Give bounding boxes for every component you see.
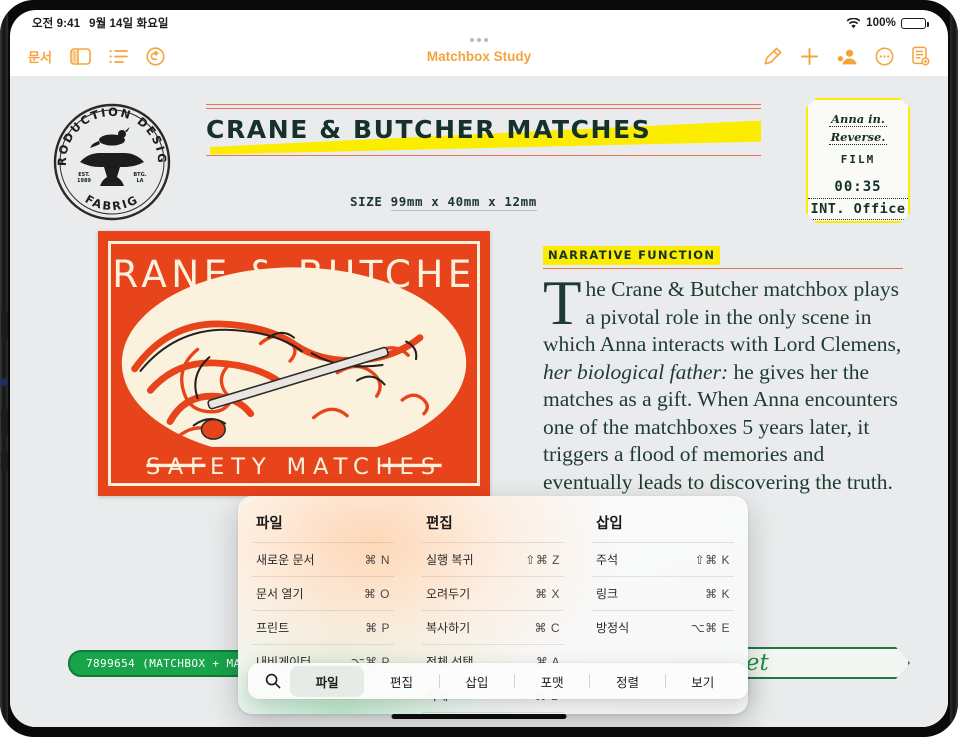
title-block: CRANE & BUTCHER MATCHES bbox=[206, 104, 761, 156]
shortcut-heading-edit: 편집 bbox=[426, 516, 453, 532]
menu-shortcut: ⌘ C bbox=[534, 620, 560, 635]
device-right-bezel bbox=[950, 0, 958, 737]
narrative-rule bbox=[543, 268, 903, 269]
toolbar-left-group: 문서 bbox=[28, 46, 165, 66]
menu-label: 프린트 bbox=[256, 621, 290, 635]
matchbox-label-image[interactable]: CRANE & BUTCHER bbox=[98, 231, 490, 496]
matchbox-artwork: CRANE & BUTCHER bbox=[111, 244, 477, 483]
narrative-function-tag: NARRATIVE FUNCTION bbox=[543, 246, 721, 265]
menu-shortcut: ⌘ K bbox=[705, 586, 730, 601]
tab-arrange[interactable]: 정렬 bbox=[590, 666, 664, 697]
menu-shortcut: ⌘ P bbox=[365, 620, 390, 635]
plus-icon[interactable] bbox=[800, 47, 819, 66]
device-screen: 오전 9:41 9월 14일 화요일 100% 문서 Matchbox Stud… bbox=[10, 10, 948, 727]
film-kind: FILM bbox=[840, 153, 876, 166]
tab-file[interactable]: 파일 bbox=[290, 665, 365, 697]
production-design-stamp: PRODUCTION DESIGN FABRIG EST. 1989 bbox=[50, 100, 171, 221]
shortcut-heading-file: 파일 bbox=[256, 516, 283, 532]
svg-text:LA: LA bbox=[136, 178, 143, 184]
menu-item-link[interactable]: 링크 ⌘ K bbox=[592, 576, 734, 610]
menu-shortcut: ⌘ O bbox=[363, 586, 390, 601]
app-toolbar: 문서 Matchbox Study bbox=[10, 36, 948, 76]
matchbox-footer: SAFETY MATCHES bbox=[146, 454, 442, 480]
status-time: 오전 9:41 bbox=[32, 18, 81, 30]
more-ellipsis-icon[interactable] bbox=[875, 47, 894, 66]
search-icon[interactable] bbox=[256, 673, 290, 689]
narrative-text-1: he Crane & Butcher matchbox plays a pivo… bbox=[543, 277, 902, 357]
menu-label: 복사하기 bbox=[426, 621, 471, 635]
menu-label: 새로운 문서 bbox=[256, 553, 315, 567]
side-indicator bbox=[1, 378, 8, 386]
status-bar-left: 오전 9:41 9월 14일 화요일 bbox=[32, 15, 169, 31]
menu-shortcut: ⌘ X bbox=[535, 586, 560, 601]
menu-label: 오려두기 bbox=[426, 587, 471, 601]
home-indicator[interactable] bbox=[391, 714, 567, 719]
matchbox-brand: CRANE & BUTCHER bbox=[111, 252, 477, 296]
title-wrapper: CRANE & BUTCHER MATCHES bbox=[206, 109, 761, 155]
svg-text:1989: 1989 bbox=[77, 178, 91, 184]
status-date: 9월 14일 화요일 bbox=[89, 18, 169, 30]
menu-item-copy[interactable]: 복사하기 ⌘ C bbox=[422, 610, 564, 644]
size-label: SIZE bbox=[350, 194, 383, 209]
menu-shortcut: ⇧⌘ Z bbox=[525, 552, 560, 567]
device-left-bezel bbox=[0, 0, 8, 737]
tab-edit[interactable]: 편집 bbox=[364, 666, 438, 697]
menu-label: 문서 열기 bbox=[256, 587, 304, 601]
ipad-device-frame: 오전 9:41 9월 14일 화요일 100% 문서 Matchbox Stud… bbox=[0, 0, 958, 737]
status-bar: 오전 9:41 9월 14일 화요일 100% bbox=[10, 10, 948, 36]
tab-insert[interactable]: 삽입 bbox=[440, 666, 514, 697]
toolbar-right-group bbox=[762, 46, 930, 67]
narrative-body[interactable]: The Crane & Butcher matchbox plays a piv… bbox=[543, 268, 907, 496]
battery-icon bbox=[901, 17, 929, 29]
collaborate-person-icon[interactable] bbox=[836, 47, 858, 66]
rule-bottom bbox=[206, 154, 761, 156]
film-title-line2: Reverse. bbox=[830, 130, 886, 144]
menu-item-undo[interactable]: 실행 복귀 ⇧⌘ Z bbox=[422, 542, 564, 576]
sidebar-panel-icon[interactable] bbox=[70, 47, 91, 65]
documents-button[interactable]: 문서 bbox=[28, 47, 52, 66]
narrative-italic: her biological father: bbox=[543, 359, 729, 384]
volume-down-button[interactable] bbox=[1, 408, 8, 436]
list-view-icon[interactable] bbox=[109, 49, 128, 64]
menu-item-equation[interactable]: 방정식 ⌥⌘ E bbox=[592, 610, 734, 644]
matchbox-inner-frame: CRANE & BUTCHER bbox=[108, 241, 480, 486]
document-canvas[interactable]: PRODUCTION DESIGN FABRIG EST. 1989 bbox=[10, 76, 948, 727]
menu-item-cut[interactable]: 오려두기 ⌘ X bbox=[422, 576, 564, 610]
film-timecode: 00:35 bbox=[834, 179, 882, 195]
side-button[interactable] bbox=[1, 450, 8, 472]
size-value: 99mm x 40mm x 12mm bbox=[390, 194, 537, 211]
film-reference-card[interactable]: Anna in. Reverse. FILM 00:35 INT. Office… bbox=[806, 98, 910, 223]
volume-up-button[interactable] bbox=[1, 310, 8, 340]
document-title[interactable]: Matchbox Study bbox=[427, 49, 531, 64]
size-spec: SIZE 99mm x 40mm x 12mm bbox=[350, 194, 537, 211]
film-scene: INT. Office bbox=[808, 198, 908, 220]
menu-label: 실행 복귀 bbox=[426, 553, 474, 567]
tab-view[interactable]: 보기 bbox=[666, 666, 740, 697]
shortcut-tab-bar[interactable]: 파일 편집 삽입 포맷 정렬 보기 bbox=[248, 663, 748, 699]
document-options-icon[interactable] bbox=[911, 46, 930, 66]
film-sequence-label: SEQUENCE bbox=[833, 224, 883, 233]
menu-item-comment[interactable]: 주석 ⇧⌘ K bbox=[592, 542, 734, 576]
film-title-line1: Anna in. bbox=[831, 112, 885, 126]
menu-shortcut: ⇧⌘ K bbox=[694, 552, 730, 567]
marker-brush-icon[interactable] bbox=[762, 46, 783, 67]
drop-cap: T bbox=[543, 268, 582, 338]
wifi-icon bbox=[846, 17, 861, 28]
rule-top bbox=[206, 104, 761, 105]
menu-label: 주석 bbox=[596, 553, 619, 567]
menu-item-new-document[interactable]: 새로운 문서 ⌘ N bbox=[252, 542, 394, 576]
menu-item-print[interactable]: 프린트 ⌘ P bbox=[252, 610, 394, 644]
menu-shortcut: ⌘ N bbox=[364, 552, 390, 567]
status-bar-right: 100% bbox=[846, 17, 929, 29]
page-title: CRANE & BUTCHER MATCHES bbox=[206, 114, 652, 144]
shortcut-heading-insert: 삽입 bbox=[596, 516, 623, 532]
undo-icon[interactable] bbox=[146, 46, 165, 66]
menu-item-open-document[interactable]: 문서 열기 ⌘ O bbox=[252, 576, 394, 610]
menu-label: 방정식 bbox=[596, 621, 630, 635]
menu-shortcut: ⌥⌘ E bbox=[690, 620, 730, 635]
tab-format[interactable]: 포맷 bbox=[515, 666, 589, 697]
battery-percent-label: 100% bbox=[866, 17, 896, 29]
multitasking-handle[interactable] bbox=[470, 38, 488, 42]
menu-label: 링크 bbox=[596, 587, 619, 601]
